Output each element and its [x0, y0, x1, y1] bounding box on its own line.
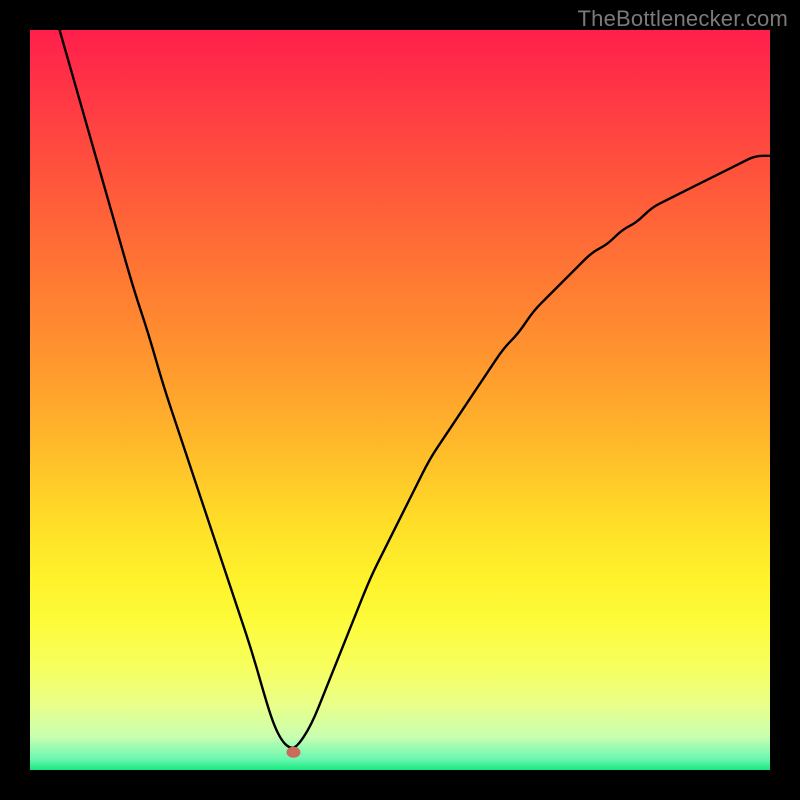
gradient-background [30, 30, 770, 770]
optimum-marker [286, 747, 300, 758]
attribution-label: TheBottlenecker.com [578, 6, 788, 32]
plot-area [30, 30, 770, 770]
chart-svg [30, 30, 770, 770]
chart-frame: TheBottlenecker.com [0, 0, 800, 800]
